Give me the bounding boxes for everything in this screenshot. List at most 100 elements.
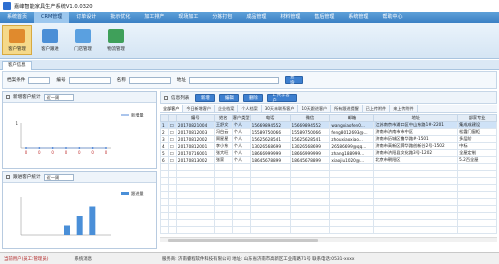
- search-button-label: 查询: [290, 75, 295, 86]
- filter-tab-7[interactable]: 已上传附件: [363, 105, 391, 112]
- panel-toggle-icon[interactable]: [6, 175, 10, 179]
- menu-item-10[interactable]: 系统管理: [341, 12, 375, 23]
- table-cell: 26586699@qq...: [329, 142, 375, 150]
- filter-tab-8[interactable]: 来上传附件: [390, 105, 418, 112]
- toolbar-button-0[interactable]: 客户管理: [2, 25, 32, 55]
- table-cell: 5: [160, 149, 169, 157]
- horizontal-scrollbar[interactable]: [160, 237, 497, 242]
- menu-item-7[interactable]: 成品管理: [239, 12, 273, 23]
- empty-cell: [231, 170, 251, 178]
- y-tick-label: 1: [15, 121, 18, 126]
- code-input[interactable]: [68, 76, 111, 84]
- main-menu: 系统首页 CRM管理 订单设计 批示优化 加工排产 现场加工 分拣打包 成品管理 材料管理 售后管…: [0, 12, 499, 23]
- filter-tab-3[interactable]: 个人档案: [238, 105, 262, 112]
- name-input[interactable]: [128, 76, 171, 84]
- empty-cell: [329, 226, 375, 234]
- menu-item-5[interactable]: 现场加工: [171, 12, 205, 23]
- panel-toggle-icon[interactable]: [164, 95, 168, 100]
- filter-tab-4[interactable]: 30天未联系客户: [262, 105, 299, 112]
- menu-item-8[interactable]: 材料管理: [273, 12, 307, 23]
- filter-tab-2[interactable]: 企业档案: [215, 105, 239, 112]
- table-row[interactable]: 1 ☐ 20170821004 王舒文 个人 15669894552 15669894552…: [160, 121, 497, 129]
- filter-tab-6[interactable]: 所有跟进提醒: [331, 105, 363, 112]
- empty-cell: [213, 163, 233, 171]
- toolbar-button-2[interactable]: 门店管理: [68, 25, 98, 55]
- tab-customer-info[interactable]: 客户信息: [2, 61, 32, 70]
- column-header[interactable]: 邮箱: [329, 114, 375, 122]
- condition-select[interactable]: [28, 76, 51, 84]
- table-cell: 6: [160, 156, 169, 164]
- add-button[interactable]: 新增: [195, 93, 216, 102]
- empty-cell: [329, 191, 375, 199]
- column-header[interactable]: 姓名: [213, 114, 233, 122]
- table-row[interactable]: 3 ☐ 20170812002 周星星 个人 15625628541 15625628541…: [160, 135, 497, 143]
- data-label: 0: [65, 150, 68, 155]
- toolbar-button-label: 客户跟进: [41, 47, 59, 52]
- filter-tab-1[interactable]: 今日新增客户: [183, 105, 215, 112]
- window-title: 嘉峰智能家具生产系统V1.0.0320: [14, 3, 93, 10]
- filter-tab-0[interactable]: 全部客户: [160, 105, 184, 112]
- empty-cell: [457, 226, 497, 234]
- filter-tab-5[interactable]: 10天跟进客户: [298, 105, 332, 112]
- table-row[interactable]: 2 ☐ 20170812003 冯白云 个人 15589750066 15589750066…: [160, 128, 497, 136]
- menu-item-2[interactable]: 订单设计: [69, 12, 103, 23]
- column-header[interactable]: [160, 114, 169, 122]
- empty-cell: [160, 170, 169, 178]
- row-checkbox[interactable]: ☐: [167, 142, 177, 150]
- address-input[interactable]: [189, 76, 279, 84]
- column-header[interactable]: 客户类型: [231, 114, 251, 122]
- legend-label: 新增量: [131, 112, 144, 119]
- customer-icon: [9, 29, 25, 43]
- table-row[interactable]: 5 ☐ 20170716001 张大旺 个人 18666999999 18666999999…: [160, 149, 497, 157]
- search-label-condition: 档案条件: [7, 78, 26, 83]
- table-row[interactable]: 6 ☐ 20170813002 张家 个人 18645678899 18645678899 x…: [160, 156, 497, 164]
- empty-cell: [175, 191, 215, 199]
- row-checkbox[interactable]: ☐: [167, 149, 177, 157]
- new-customer-chart-panel: 新增客户统计 近一周 1 0 0 0 0 0 0 0 新增量: [2, 91, 157, 169]
- row-checkbox[interactable]: ☐: [167, 121, 177, 129]
- menu-item-3[interactable]: 批示优化: [103, 12, 137, 23]
- empty-cell: [373, 184, 459, 192]
- menu-item-11[interactable]: 帮助中心: [375, 12, 409, 23]
- empty-cell: [289, 177, 331, 185]
- empty-cell: [329, 198, 375, 206]
- column-header[interactable]: 地址: [373, 114, 459, 122]
- toolbar-button-3[interactable]: 物流管理: [101, 25, 131, 55]
- table-cell: 20170812003: [175, 128, 215, 136]
- toolbar-button-label: 物流管理: [107, 47, 125, 52]
- menu-item-6[interactable]: 分拣打包: [205, 12, 239, 23]
- menu-item-1[interactable]: CRM管理: [34, 12, 70, 23]
- menu-item-0[interactable]: 系统首页: [0, 12, 34, 23]
- status-message[interactable]: 系统消息: [74, 256, 92, 262]
- empty-cell: [213, 205, 233, 213]
- column-header[interactable]: 电话: [249, 114, 291, 122]
- new-customer-range-select[interactable]: 近一周: [43, 93, 74, 101]
- column-header[interactable]: [167, 114, 177, 122]
- column-header[interactable]: 部家专业: [457, 114, 497, 122]
- search-label-name: 名称: [116, 78, 126, 83]
- scrollbar-thumb[interactable]: [168, 239, 318, 242]
- table-cell: 中标: [457, 142, 497, 150]
- panel-toggle-icon[interactable]: [6, 95, 10, 99]
- row-checkbox[interactable]: ☐: [167, 135, 177, 143]
- table-row[interactable]: 4 ☐ 20170812001 李小东 个人 13026568699 13026568699…: [160, 142, 497, 150]
- menu-item-4[interactable]: 加工排产: [137, 12, 171, 23]
- empty-cell: [231, 212, 251, 220]
- toolbar-button-1[interactable]: 客户跟进: [35, 25, 65, 55]
- empty-row: [160, 191, 497, 199]
- data-label: 0: [105, 150, 108, 155]
- follow-customer-range-select[interactable]: 近一周: [43, 173, 74, 181]
- delete-button[interactable]: 删除: [243, 93, 264, 102]
- column-header[interactable]: 编号: [175, 114, 215, 122]
- search-button[interactable]: 查询: [285, 75, 303, 86]
- table-cell: 15589750066: [289, 128, 331, 136]
- data-label: 0: [78, 150, 81, 155]
- table-cell: 5.2百全屋: [457, 156, 497, 164]
- row-checkbox[interactable]: ☐: [167, 156, 177, 164]
- column-header[interactable]: 微信: [289, 114, 331, 122]
- edit-button[interactable]: 编辑: [219, 93, 240, 102]
- empty-cell: [167, 170, 177, 178]
- row-checkbox[interactable]: ☐: [167, 128, 177, 136]
- share-customer-button[interactable]: 1.共享客户: [267, 93, 298, 104]
- menu-item-9[interactable]: 售后管理: [307, 12, 341, 23]
